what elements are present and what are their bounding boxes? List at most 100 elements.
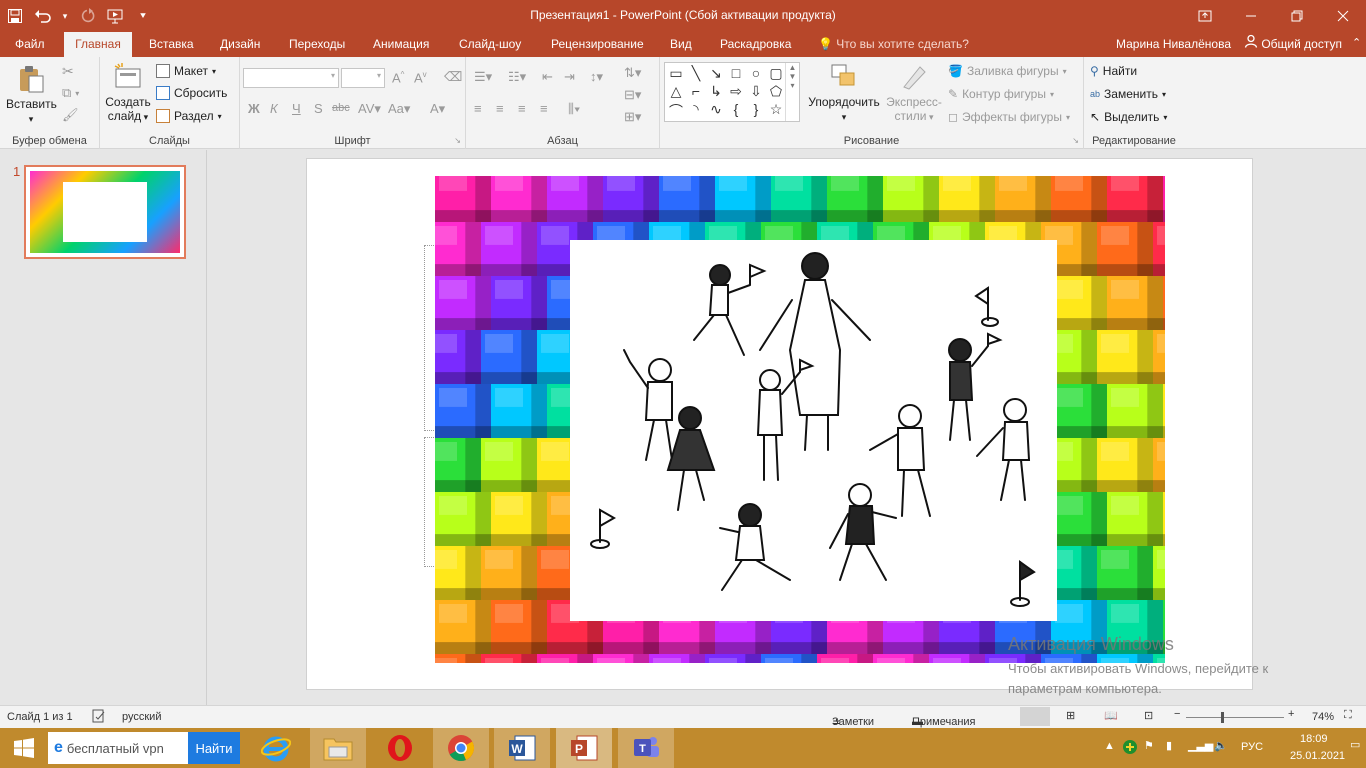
decrease-indent-icon[interactable]: ⇤	[542, 69, 553, 85]
tab-transitions[interactable]: Переходы	[281, 32, 353, 57]
shape-pentagon-icon[interactable]: ⬠	[767, 83, 785, 100]
file-explorer-icon[interactable]	[310, 728, 366, 768]
font-dialog-launcher-icon[interactable]: ↘	[454, 136, 461, 145]
shape-wave-icon[interactable]: ∿	[707, 101, 725, 118]
slideshow-view-icon[interactable]: ⊡	[1144, 709, 1153, 722]
minimize-icon[interactable]	[1228, 0, 1274, 32]
bold-button[interactable]: Ж	[248, 101, 260, 116]
font-name-combo[interactable]: ▾	[243, 68, 339, 88]
close-icon[interactable]	[1320, 0, 1366, 32]
decrease-font-icon[interactable]: Av	[414, 70, 427, 85]
shape-brace-left-icon[interactable]: {	[727, 101, 745, 117]
tab-home[interactable]: Главная	[64, 32, 132, 57]
zoom-slider-thumb[interactable]	[1221, 712, 1224, 723]
collapse-ribbon-icon[interactable]: ⌃	[1352, 36, 1361, 49]
word-icon[interactable]: W	[494, 728, 550, 768]
windows-start-icon[interactable]	[0, 728, 48, 768]
share-button[interactable]: Общий доступ	[1244, 32, 1342, 56]
tab-design[interactable]: Дизайн	[212, 32, 268, 57]
tab-insert[interactable]: Вставка	[141, 32, 202, 57]
user-name[interactable]: Марина Нивалёнова	[1116, 32, 1231, 56]
copy-icon[interactable]: ⧉ ▾	[62, 83, 79, 103]
opera-icon[interactable]	[372, 728, 428, 768]
shape-star-icon[interactable]: ☆	[767, 101, 785, 118]
show-hidden-icons[interactable]: ▲	[1104, 740, 1115, 752]
align-right-icon[interactable]: ≡	[518, 101, 526, 116]
select-button[interactable]: ↖ Выделить ▾	[1090, 107, 1167, 127]
reading-view-icon[interactable]: 📖	[1104, 709, 1118, 722]
tab-storyboarding[interactable]: Раскадровка	[712, 32, 799, 57]
increase-indent-icon[interactable]: ⇥	[564, 69, 575, 85]
arrange-button[interactable]: Упорядочить ▾	[806, 61, 882, 123]
underline-button[interactable]: Ч	[292, 101, 301, 116]
tab-slideshow[interactable]: Слайд-шоу	[451, 32, 529, 57]
align-center-icon[interactable]: ≡	[496, 101, 504, 116]
powerpoint-icon[interactable]: P	[556, 728, 612, 768]
battery-icon[interactable]: ▮	[1166, 739, 1172, 752]
fit-to-window-icon[interactable]: ⛶	[1344, 709, 1352, 722]
shape-rectangle-icon[interactable]: □	[727, 65, 745, 81]
shape-fill-button[interactable]: 🪣 Заливка фигуры ▾	[948, 61, 1067, 81]
restore-icon[interactable]	[1274, 0, 1320, 32]
zoom-slider[interactable]	[1186, 712, 1284, 723]
language-indicator[interactable]: русский	[122, 711, 161, 723]
clear-formatting-icon[interactable]: ⌫	[444, 69, 462, 85]
tab-review[interactable]: Рецензирование	[543, 32, 652, 57]
columns-icon[interactable]: ⫼▾	[568, 101, 580, 117]
shape-oval-icon[interactable]: ○	[747, 65, 765, 81]
increase-font-icon[interactable]: A^	[392, 70, 404, 85]
numbering-icon[interactable]: ☷▾	[508, 69, 526, 85]
ribbon-display-icon[interactable]	[1182, 0, 1228, 32]
shape-effects-button[interactable]: ◻ Эффекты фигуры ▾	[948, 107, 1070, 127]
shape-line-icon[interactable]: ╲	[687, 65, 705, 82]
new-slide-button[interactable]: Создать слайд ▾	[104, 61, 152, 123]
shape-down-arrow-icon[interactable]: ⇩	[747, 83, 765, 100]
shape-brace-right-icon[interactable]: }	[747, 101, 765, 117]
replace-button[interactable]: ab Заменить ▾	[1090, 84, 1166, 104]
smartart-icon[interactable]: ⊞▾	[624, 109, 641, 125]
volume-icon[interactable]: 🔈	[1214, 739, 1228, 752]
internet-explorer-icon[interactable]	[248, 728, 304, 768]
zoom-out-icon[interactable]: −	[1174, 708, 1180, 720]
gallery-scroll[interactable]: ▲ ▼ ▾	[785, 63, 799, 121]
align-left-icon[interactable]: ≡	[474, 101, 482, 116]
shape-rounded-rect-icon[interactable]: ▢	[767, 65, 785, 82]
shape-curve-icon[interactable]: ⌒	[667, 101, 685, 121]
line-spacing-icon[interactable]: ↕▾	[590, 69, 603, 85]
input-language[interactable]: РУС	[1241, 741, 1263, 753]
tab-animations[interactable]: Анимация	[365, 32, 437, 57]
spellcheck-icon[interactable]	[92, 709, 106, 726]
justify-icon[interactable]: ≡	[540, 101, 548, 116]
shape-right-arrow-icon[interactable]: ⇨	[727, 83, 745, 100]
shape-elbow-arrow-icon[interactable]: ↳	[707, 83, 725, 100]
font-color-icon[interactable]: A▾	[430, 101, 445, 117]
shadow-button[interactable]: S	[314, 101, 323, 116]
shape-triangle-icon[interactable]: △	[667, 83, 685, 100]
drawing-dialog-launcher-icon[interactable]: ↘	[1072, 136, 1079, 145]
section-button[interactable]: Раздел ▾	[156, 106, 222, 126]
char-spacing-icon[interactable]: AV▾	[358, 101, 381, 117]
shapes-gallery[interactable]: ▭ ╲ ↘ □ ○ ▢ △ ⌐ ↳ ⇨ ⇩ ⬠ ⌒ ◝ ∿ { } ☆ ▲ ▼ ▾	[664, 62, 800, 122]
chrome-icon[interactable]	[433, 728, 489, 768]
cut-icon[interactable]: ✂	[62, 61, 74, 81]
zoom-level[interactable]: 74%	[1312, 711, 1334, 723]
quick-styles-button[interactable]: Экспресс-стили ▾	[882, 61, 946, 123]
strikethrough-button[interactable]: abc	[332, 102, 350, 114]
taskbar-search-input[interactable]: e бесплатный vpn	[48, 732, 188, 764]
align-text-icon[interactable]: ⊟▾	[624, 87, 641, 103]
reset-button[interactable]: Сбросить	[156, 83, 227, 103]
zoom-in-icon[interactable]: +	[1288, 708, 1294, 720]
shape-textbox-icon[interactable]: ▭	[667, 65, 685, 82]
flag-icon[interactable]: ⚑	[1144, 739, 1154, 752]
taskbar-search-button[interactable]: Найти	[188, 732, 240, 764]
network-signal-icon[interactable]: ▁▃▅	[1188, 739, 1213, 752]
bullets-icon[interactable]: ☰▾	[474, 69, 492, 85]
normal-view-icon[interactable]	[1020, 707, 1050, 726]
layout-button[interactable]: Макет ▾	[156, 61, 216, 81]
format-painter-icon[interactable]: 🖌	[62, 105, 79, 125]
clock-date[interactable]: 25.01.2021	[1290, 750, 1345, 762]
slide-thumbnail[interactable]	[24, 165, 186, 259]
italic-button[interactable]: К	[270, 101, 278, 116]
text-direction-icon[interactable]: ⇅▾	[624, 65, 641, 81]
children-drawing-image[interactable]	[570, 240, 1057, 621]
